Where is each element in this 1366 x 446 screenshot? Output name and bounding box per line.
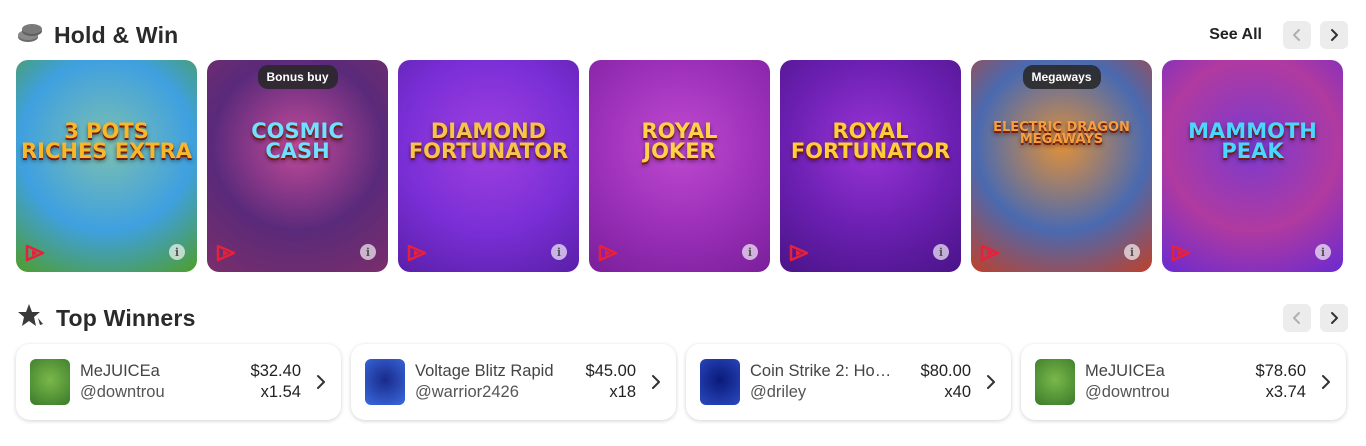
game-tile[interactable]: ROYAL JOKER i bbox=[589, 60, 770, 272]
game-art bbox=[207, 60, 388, 272]
top-winners-title-wrap: Top Winners bbox=[16, 302, 196, 335]
provider-logo-icon bbox=[1171, 244, 1191, 262]
coins-icon bbox=[16, 22, 44, 49]
chevron-right-icon bbox=[1331, 29, 1338, 41]
winner-card[interactable]: MeJUICEa @downtrou $32.40 x1.54 bbox=[16, 344, 341, 420]
top-winners-header: Top Winners bbox=[16, 301, 1348, 335]
winner-game-name: MeJUICEa bbox=[80, 362, 160, 380]
winner-payout: $32.40 x1.54 bbox=[251, 362, 301, 402]
info-icon[interactable]: i bbox=[742, 244, 758, 260]
winner-info: Voltage Blitz Rapid @warrior2426 bbox=[415, 362, 578, 402]
winner-info: MeJUICEa @downtrou bbox=[1085, 362, 1248, 402]
winner-game-name: MeJUICEa bbox=[1085, 362, 1165, 380]
hold-win-game-list: 3 POTS RICHES EXTRA i COSMIC CASH Bonus … bbox=[16, 60, 1343, 272]
game-logo-text: ELECTRIC DRAGON MEGAWAYS bbox=[993, 120, 1130, 148]
game-tile[interactable]: DIAMOND FORTUNATOR i bbox=[398, 60, 579, 272]
winner-info: MeJUICEa @downtrou bbox=[80, 362, 243, 402]
game-tile[interactable]: 3 POTS RICHES EXTRA i bbox=[16, 60, 197, 272]
winner-card[interactable]: Voltage Blitz Rapid @warrior2426 $45.00 … bbox=[351, 344, 676, 420]
game-logo-text: ROYAL FORTUNATOR bbox=[790, 119, 951, 163]
winner-multiplier: x1.54 bbox=[260, 383, 301, 401]
winner-game-name: Coin Strike 2: Ho… bbox=[750, 362, 892, 380]
game-logo-text: ROYAL JOKER bbox=[641, 119, 718, 163]
game-art bbox=[1162, 60, 1343, 272]
winner-username: @downtrou bbox=[1085, 383, 1170, 401]
winner-card[interactable]: Coin Strike 2: Ho… @driley $80.00 x40 bbox=[686, 344, 1011, 420]
winner-info: Coin Strike 2: Ho… @driley bbox=[750, 362, 913, 402]
winner-multiplier: x40 bbox=[944, 383, 971, 401]
provider-logo-icon bbox=[407, 244, 427, 262]
provider-logo-icon bbox=[216, 244, 236, 262]
top-winners-list: MeJUICEa @downtrou $32.40 x1.54 Voltage … bbox=[16, 344, 1346, 420]
provider-logo-icon bbox=[598, 244, 618, 262]
winner-amount: $32.40 bbox=[250, 362, 301, 380]
hold-win-title-wrap: Hold & Win bbox=[16, 22, 178, 49]
winner-amount: $78.60 bbox=[1255, 362, 1306, 380]
winner-amount: $80.00 bbox=[920, 362, 971, 380]
star-icon bbox=[16, 302, 46, 335]
winner-card[interactable]: MeJUICEa @downtrou $78.60 x3.74 bbox=[1021, 344, 1346, 420]
chevron-left-icon bbox=[1293, 312, 1300, 324]
hold-win-prev-button[interactable] bbox=[1283, 21, 1311, 49]
game-art bbox=[780, 60, 961, 272]
game-badge: Megaways bbox=[1022, 65, 1101, 89]
winner-game-name: Voltage Blitz Rapid bbox=[415, 362, 554, 380]
chevron-right-icon bbox=[1322, 375, 1330, 389]
game-tile[interactable]: COSMIC CASH Bonus buy i bbox=[207, 60, 388, 272]
winner-username: @driley bbox=[750, 383, 807, 401]
hold-win-header: Hold & Win See All bbox=[16, 18, 1348, 52]
game-logo-text: MAMMOTH PEAK bbox=[1188, 119, 1317, 163]
info-icon[interactable]: i bbox=[1124, 244, 1140, 260]
winner-multiplier: x3.74 bbox=[1265, 383, 1306, 401]
chevron-right-icon bbox=[317, 375, 325, 389]
winner-payout: $45.00 x18 bbox=[586, 362, 636, 402]
provider-logo-icon bbox=[25, 244, 45, 262]
top-winners-next-button[interactable] bbox=[1320, 304, 1348, 332]
game-art bbox=[589, 60, 770, 272]
game-art bbox=[398, 60, 579, 272]
top-winners-title: Top Winners bbox=[56, 304, 196, 331]
game-art bbox=[971, 60, 1152, 272]
game-tile[interactable]: ELECTRIC DRAGON MEGAWAYS Megaways i bbox=[971, 60, 1152, 272]
winner-game-thumbnail bbox=[365, 359, 405, 405]
winner-username: @downtrou bbox=[80, 383, 165, 401]
game-tile[interactable]: MAMMOTH PEAK i bbox=[1162, 60, 1343, 272]
game-art bbox=[16, 60, 197, 272]
winner-payout: $80.00 x40 bbox=[921, 362, 971, 402]
winner-multiplier: x18 bbox=[609, 383, 636, 401]
winner-game-thumbnail bbox=[30, 359, 70, 405]
chevron-left-icon bbox=[1293, 29, 1300, 41]
game-logo-text: COSMIC CASH bbox=[251, 119, 344, 163]
top-winners-prev-button[interactable] bbox=[1283, 304, 1311, 332]
chevron-right-icon bbox=[652, 375, 660, 389]
info-icon[interactable]: i bbox=[169, 244, 185, 260]
chevron-right-icon bbox=[1331, 312, 1338, 324]
hold-win-title: Hold & Win bbox=[54, 21, 179, 48]
winner-game-thumbnail bbox=[1035, 359, 1075, 405]
game-tile[interactable]: ROYAL FORTUNATOR i bbox=[780, 60, 961, 272]
game-badge: Bonus buy bbox=[257, 65, 338, 89]
provider-logo-icon bbox=[789, 244, 809, 262]
winner-payout: $78.60 x3.74 bbox=[1256, 362, 1306, 402]
winner-username: @warrior2426 bbox=[415, 383, 519, 401]
winner-game-thumbnail bbox=[700, 359, 740, 405]
see-all-link[interactable]: See All bbox=[1209, 26, 1262, 44]
game-logo-text: DIAMOND FORTUNATOR bbox=[408, 119, 569, 163]
info-icon[interactable]: i bbox=[1315, 244, 1331, 260]
provider-logo-icon bbox=[980, 244, 1000, 262]
game-logo-text: 3 POTS RICHES EXTRA bbox=[20, 119, 193, 163]
chevron-right-icon bbox=[987, 375, 995, 389]
info-icon[interactable]: i bbox=[933, 244, 949, 260]
info-icon[interactable]: i bbox=[360, 244, 376, 260]
hold-win-next-button[interactable] bbox=[1320, 21, 1348, 49]
winner-amount: $45.00 bbox=[585, 362, 636, 380]
info-icon[interactable]: i bbox=[551, 244, 567, 260]
